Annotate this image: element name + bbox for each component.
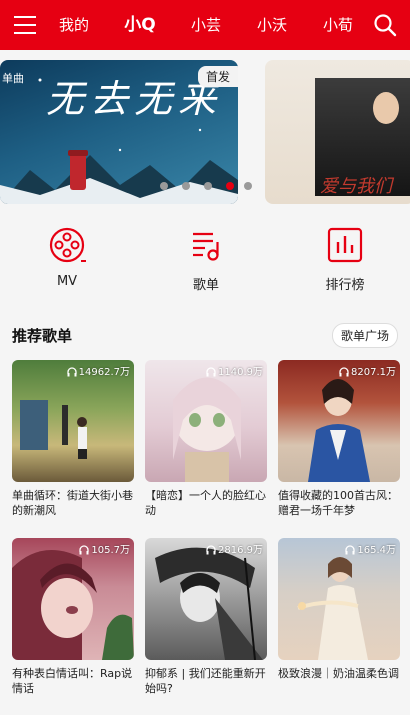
headphones-icon [206, 545, 216, 555]
playlist-cover: 1140.9万 [145, 360, 267, 482]
play-count: 105.7万 [79, 541, 130, 556]
banner-title: 无去无来 [46, 77, 223, 121]
quick-nav-label: MV [56, 274, 78, 289]
playlist-title: 【暗恋】一个人的脸红心动 [145, 489, 266, 517]
tab-xiaoxun[interactable]: 小荀 [320, 14, 356, 36]
search-icon[interactable] [372, 12, 398, 38]
menu-icon[interactable] [14, 14, 36, 36]
playlist-title: 单曲循环：街道大街小巷的新潮风 [12, 489, 133, 517]
playlist-card[interactable]: 2816.9万 抑郁系 | 我们还能重新开始吗? [145, 538, 267, 696]
quick-nav-charts[interactable]: 排行榜 [305, 226, 385, 293]
headphones-icon [345, 545, 356, 555]
banner-next[interactable]: 爱与我们 [265, 60, 410, 204]
playlist-title: 极致浪漫｜奶油温柔色调 [278, 667, 399, 680]
headphones-icon [79, 545, 90, 555]
playlist-card[interactable]: 14962.7万 单曲循环：街道大街小巷的新潮风 [12, 360, 134, 518]
quick-nav-mv[interactable]: MV [27, 226, 107, 289]
banner-next-title: 爱与我们 [320, 176, 392, 197]
playlist-card[interactable]: 1140.9万 【暗恋】一个人的脸红心动 [145, 360, 267, 518]
play-count: 14962.7万 [66, 363, 130, 378]
quick-nav-label: 排行榜 [325, 278, 365, 293]
playlist-title: 值得收藏的100首古风：赠君一场千年梦 [278, 489, 398, 517]
tab-mine[interactable]: 我的 [56, 14, 92, 36]
banner-next-face [373, 92, 399, 124]
section-title: 推荐歌单 [12, 327, 73, 345]
tab-xiaoyun[interactable]: 小芸 [188, 14, 224, 36]
quick-nav-label: 歌单 [192, 278, 219, 293]
playlist-card[interactable]: 165.4万 极致浪漫｜奶油温柔色调 [278, 538, 400, 696]
playlist-card[interactable]: 8207.1万 值得收藏的100首古风：赠君一场千年梦 [278, 360, 400, 518]
playlist-cover: 14962.7万 [12, 360, 134, 482]
play-count: 1140.9万 [206, 363, 263, 378]
film-reel-icon [48, 226, 86, 264]
banner-main[interactable]: 单曲 无去无来 首发 [0, 60, 238, 204]
play-count: 165.4万 [345, 541, 396, 556]
playlist-title: 有种表白情话叫：Rap说情话 [12, 667, 133, 695]
playlist-cover: 8207.1万 [278, 360, 400, 482]
playlist-card[interactable]: 105.7万 有种表白情话叫：Rap说情话 [12, 538, 134, 696]
playlist-cover: 105.7万 [12, 538, 134, 660]
playlist-title: 抑郁系 | 我们还能重新开始吗? [145, 667, 266, 695]
bar-chart-icon [326, 226, 364, 264]
playlist-cover: 2816.9万 [145, 538, 267, 660]
top-bar: 我的 小Q 小芸 小沃 小荀 [0, 0, 410, 50]
tab-xiaowo[interactable]: 小沃 [254, 14, 290, 36]
play-count: 2816.9万 [206, 541, 263, 556]
play-count: 8207.1万 [339, 363, 396, 378]
headphones-icon [206, 367, 216, 377]
playlist-note-icon [187, 226, 225, 264]
headphones-icon [66, 367, 77, 377]
playlist-square-button[interactable]: 歌单广场 [331, 323, 398, 348]
banner-badge: 首发 [197, 66, 238, 87]
quick-nav-playlist[interactable]: 歌单 [166, 226, 246, 293]
playlist-cover: 165.4万 [278, 538, 400, 660]
tab-xiaoq[interactable]: 小Q [120, 14, 160, 36]
banner-subtitle: 单曲 [2, 72, 24, 85]
headphones-icon [339, 367, 349, 377]
